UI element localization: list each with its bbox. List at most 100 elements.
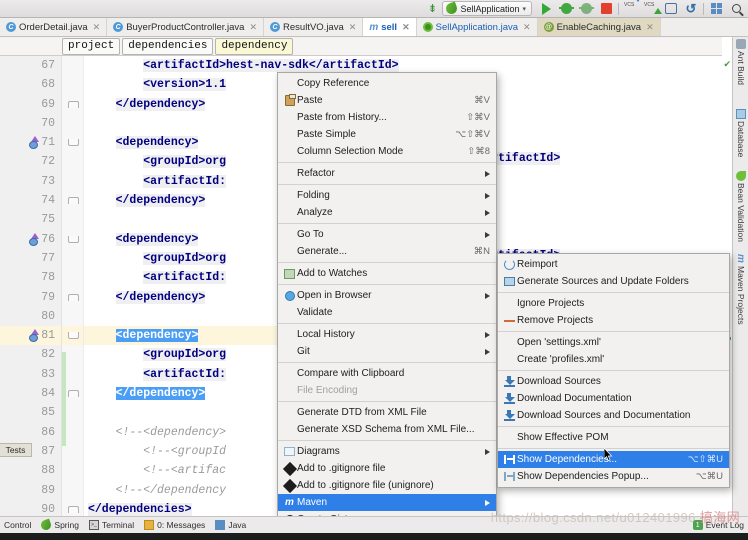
editor-tab-sell[interactable]: m sell ✕: [363, 18, 417, 36]
fold-open-icon[interactable]: [68, 139, 79, 147]
gutter-line[interactable]: 82: [0, 345, 61, 364]
fold-line[interactable]: [62, 56, 83, 75]
gutter-line[interactable]: 77: [0, 249, 61, 268]
gutter-line[interactable]: 72: [0, 152, 61, 171]
vcs-diff-icon[interactable]: [661, 1, 681, 17]
editor-tab-enablecaching[interactable]: @ EnableCaching.java ✕: [537, 18, 661, 36]
fold-line[interactable]: [62, 210, 83, 229]
fold-line[interactable]: [62, 288, 83, 307]
fold-line[interactable]: [62, 500, 83, 516]
close-icon[interactable]: ✕: [523, 22, 531, 33]
sidebar-tab-ant-build[interactable]: Ant Build: [733, 37, 748, 85]
search-everywhere-icon[interactable]: [726, 1, 746, 17]
menu-item-ignore-projects[interactable]: Ignore Projects: [498, 295, 729, 312]
vcs-update-icon[interactable]: VCS: [621, 0, 643, 17]
menu-item-generate-dtd-from-xml-file[interactable]: Generate DTD from XML File: [278, 404, 496, 421]
fold-close-icon[interactable]: [68, 390, 79, 398]
maven-submenu[interactable]: Reimport Generate Sources and Update Fold…: [497, 253, 730, 488]
menu-item-generate-xsd-schema-from-xml-file[interactable]: Generate XSD Schema from XML File...: [278, 421, 496, 438]
fold-line[interactable]: [62, 481, 83, 500]
breadcrumb-item-dependencies[interactable]: dependencies: [122, 38, 214, 55]
fold-line[interactable]: [62, 75, 83, 94]
menu-item-generate[interactable]: Generate... ⌘N: [278, 243, 496, 260]
gutter-line[interactable]: 76: [0, 230, 61, 249]
tool-window-tab-tests[interactable]: Tests: [0, 443, 32, 457]
fold-line[interactable]: [62, 249, 83, 268]
layout-icon[interactable]: [706, 1, 726, 17]
undo-icon[interactable]: ↺: [681, 1, 701, 17]
menu-item-add-to-gitignore-file-unignore[interactable]: Add to .gitignore file (unignore): [278, 477, 496, 494]
menu-item-analyze[interactable]: Analyze: [278, 204, 496, 221]
menu-item-local-history[interactable]: Local History: [278, 326, 496, 343]
menu-item-go-to[interactable]: Go To: [278, 226, 496, 243]
close-icon[interactable]: ✕: [249, 22, 257, 33]
menu-item-folding[interactable]: Folding: [278, 187, 496, 204]
fold-close-icon[interactable]: [68, 197, 79, 205]
menu-item-maven[interactable]: m Maven: [278, 494, 496, 511]
sidebar-tab-database[interactable]: Database: [733, 107, 748, 157]
sidebar-tab-bean-validation[interactable]: Bean Validation: [733, 169, 748, 242]
editor-fold-column[interactable]: [62, 56, 84, 516]
gutter-line[interactable]: 79: [0, 288, 61, 307]
gutter-line[interactable]: 73: [0, 172, 61, 191]
menu-item-git[interactable]: Git: [278, 343, 496, 360]
gutter-line[interactable]: 80: [0, 307, 61, 326]
fold-open-icon[interactable]: [68, 332, 79, 340]
fold-close-icon[interactable]: [68, 505, 79, 513]
gutter-line[interactable]: 88: [0, 461, 61, 480]
run-icon[interactable]: [536, 1, 556, 17]
menu-item-reimport[interactable]: Reimport: [498, 256, 729, 273]
sort-icon[interactable]: ⇟: [422, 1, 442, 17]
gutter-line[interactable]: 84: [0, 384, 61, 403]
close-icon[interactable]: ✕: [646, 22, 654, 33]
menu-item-download-sources-and-documentation[interactable]: Download Sources and Documentation: [498, 407, 729, 424]
debug-icon[interactable]: [556, 1, 576, 17]
gutter-line[interactable]: 70: [0, 114, 61, 133]
menu-item-paste[interactable]: Paste ⌘V: [278, 92, 496, 109]
fold-line[interactable]: [62, 95, 83, 114]
menu-item-copy-reference[interactable]: Copy Reference: [278, 75, 496, 92]
fold-line[interactable]: [62, 268, 83, 287]
editor-context-menu[interactable]: Copy Reference Paste ⌘V Paste from History.…: [277, 72, 497, 540]
menu-item-show-dependencies-popup[interactable]: Show Dependencies Popup... ⌥⌘U: [498, 468, 729, 485]
menu-item-paste-from-history[interactable]: Paste from History... ⇧⌘V: [278, 109, 496, 126]
breadcrumb-item-dependency[interactable]: dependency: [215, 38, 294, 55]
run-configuration-selector[interactable]: SellApplication ▾: [442, 1, 532, 16]
menu-item-column-selection-mode[interactable]: Column Selection Mode ⇧⌘8: [278, 143, 496, 160]
status-item-control[interactable]: Control: [4, 520, 31, 530]
gutter-line[interactable]: 71: [0, 133, 61, 152]
menu-item-download-sources[interactable]: Download Sources: [498, 373, 729, 390]
menu-item-show-dependencies[interactable]: Show Dependencies... ⌥⇧⌘U: [498, 451, 729, 468]
menu-item-validate[interactable]: Validate: [278, 304, 496, 321]
override-marker-icon[interactable]: [28, 329, 40, 343]
gutter-line[interactable]: 68: [0, 75, 61, 94]
breadcrumb-item-project[interactable]: project: [62, 38, 121, 55]
override-marker-icon[interactable]: [28, 232, 40, 246]
status-item-terminal[interactable]: >_ Terminal: [88, 520, 134, 530]
run-coverage-icon[interactable]: [576, 1, 596, 17]
menu-item-paste-simple[interactable]: Paste Simple ⌥⇧⌘V: [278, 126, 496, 143]
status-item-spring[interactable]: Spring: [39, 518, 79, 532]
menu-item-remove-projects[interactable]: Remove Projects: [498, 312, 729, 329]
fold-line[interactable]: [62, 461, 83, 480]
gutter-line[interactable]: 90: [0, 500, 61, 516]
gutter-line[interactable]: 89: [0, 481, 61, 500]
status-item-java[interactable]: Java: [215, 520, 246, 530]
menu-item-download-documentation[interactable]: Download Documentation: [498, 390, 729, 407]
close-icon[interactable]: ✕: [349, 22, 357, 33]
fold-line[interactable]: [62, 326, 83, 346]
editor-tab-buyerproductcontroller[interactable]: C BuyerProductController.java ✕: [107, 18, 265, 36]
fold-line[interactable]: [62, 230, 83, 249]
menu-item-create-profiles-xml[interactable]: Create 'profiles.xml': [498, 351, 729, 368]
fold-line[interactable]: [62, 172, 83, 191]
menu-item-generate-sources-and-update-folders[interactable]: Generate Sources and Update Folders: [498, 273, 729, 290]
menu-item-add-to-gitignore-file[interactable]: Add to .gitignore file: [278, 460, 496, 477]
close-icon[interactable]: ✕: [402, 22, 410, 33]
gutter-line[interactable]: 83: [0, 365, 61, 384]
fold-line[interactable]: [62, 114, 83, 133]
menu-item-open-settings-xml[interactable]: Open 'settings.xml': [498, 334, 729, 351]
fold-close-icon[interactable]: [68, 100, 79, 108]
gutter-line[interactable]: 74: [0, 191, 61, 210]
gutter-line[interactable]: 85: [0, 403, 61, 422]
menu-item-diagrams[interactable]: Diagrams: [278, 443, 496, 460]
